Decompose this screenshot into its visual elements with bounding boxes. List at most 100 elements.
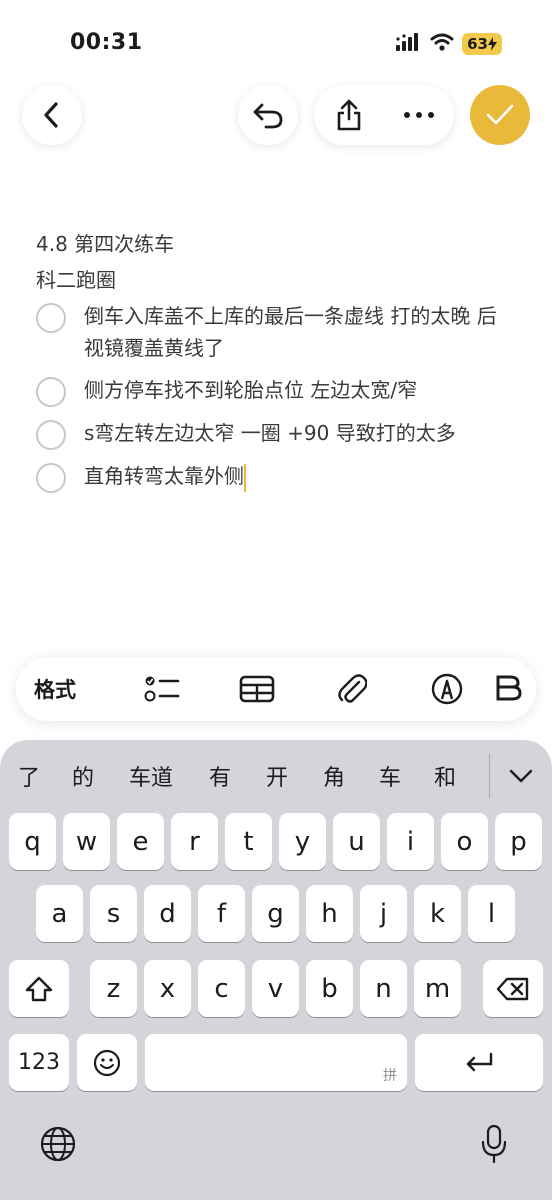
key-k[interactable]: k <box>414 885 461 942</box>
attachment-icon <box>337 674 367 703</box>
key-w[interactable]: w <box>63 813 110 870</box>
markup-button[interactable] <box>399 673 494 705</box>
key-p[interactable]: p <box>495 813 542 870</box>
checklist-item: s弯左转左边太窄 一圈 +90 导致打的太多 <box>36 417 516 450</box>
key-x[interactable]: x <box>144 960 191 1017</box>
checkmark-icon <box>486 104 514 125</box>
done-button[interactable] <box>470 85 530 145</box>
candidate-word[interactable]: 有 <box>195 760 245 792</box>
key-n[interactable]: n <box>360 960 407 1017</box>
space-key[interactable]: 拼 <box>145 1034 407 1091</box>
expand-candidates-button[interactable] <box>505 760 537 792</box>
checklist-item-text[interactable]: s弯左转左边太窄 一圈 +90 导致打的太多 <box>84 417 514 449</box>
candidate-word[interactable]: 车 <box>365 760 415 792</box>
table-icon <box>239 675 274 703</box>
candidate-word[interactable]: 车道 <box>115 760 187 792</box>
checklist-item-text[interactable]: 倒车入库盖不上库的最后一条虚线 打的太晚 后视镜覆盖黄线了 <box>84 300 514 364</box>
checklist-item-text-active[interactable]: 直角转弯太靠外侧 <box>84 460 514 492</box>
dictation-button[interactable] <box>474 1122 514 1166</box>
chevron-left-icon <box>44 102 58 128</box>
status-time: 00:31 <box>70 30 143 55</box>
candidate-word[interactable]: 角 <box>309 760 359 792</box>
candidate-bar: 了 的 车道 有 开 角 车 和 <box>0 740 552 812</box>
key-g[interactable]: g <box>252 885 299 942</box>
candidate-word[interactable]: 了 <box>4 760 54 792</box>
emoji-icon <box>93 1049 121 1076</box>
format-button[interactable]: 格式 <box>34 674 114 704</box>
return-key[interactable] <box>415 1034 543 1091</box>
key-d[interactable]: d <box>144 885 191 942</box>
key-l[interactable]: l <box>468 885 515 942</box>
note-title-line[interactable]: 4.8 第四次练车 <box>36 226 516 262</box>
checkbox-circle[interactable] <box>36 463 66 493</box>
key-z[interactable]: z <box>90 960 137 1017</box>
key-u[interactable]: u <box>333 813 380 870</box>
candidate-word[interactable]: 的 <box>58 760 108 792</box>
key-o[interactable]: o <box>441 813 488 870</box>
share-icon <box>337 99 360 131</box>
key-j[interactable]: j <box>360 885 407 942</box>
key-a[interactable]: a <box>36 885 83 942</box>
globe-icon <box>40 1126 76 1162</box>
key-t[interactable]: t <box>225 813 272 870</box>
format-toolbar: 格式 <box>16 657 536 721</box>
wifi-icon <box>430 33 454 55</box>
microphone-icon <box>481 1124 507 1164</box>
table-button[interactable] <box>209 675 304 703</box>
status-icons: 63 <box>396 33 502 55</box>
checklist-button[interactable] <box>114 674 209 704</box>
back-button[interactable] <box>22 85 82 145</box>
delete-key[interactable] <box>483 960 543 1017</box>
candidate-separator <box>489 754 490 798</box>
charging-bolt-icon <box>488 37 497 51</box>
candidate-word[interactable]: 和 <box>420 760 470 792</box>
note-body[interactable]: 4.8 第四次练车 科二跑圈 倒车入库盖不上库的最后一条虚线 打的太晚 后视镜覆… <box>36 226 516 503</box>
more-format-button[interactable] <box>494 673 524 705</box>
checklist: 倒车入库盖不上库的最后一条虚线 打的太晚 后视镜覆盖黄线了 侧方停车找不到轮胎点… <box>36 300 516 493</box>
checkbox-circle[interactable] <box>36 420 66 450</box>
key-r[interactable]: r <box>171 813 218 870</box>
checkbox-circle[interactable] <box>36 377 66 407</box>
undo-icon <box>253 103 283 129</box>
shift-arrow-icon <box>25 976 53 1001</box>
attachment-button[interactable] <box>304 672 399 706</box>
checklist-item: 倒车入库盖不上库的最后一条虚线 打的太晚 后视镜覆盖黄线了 <box>36 300 516 364</box>
key-m[interactable]: m <box>414 960 461 1017</box>
markup-pen-icon <box>431 673 462 705</box>
more-button[interactable] <box>403 111 435 119</box>
key-c[interactable]: c <box>198 960 245 1017</box>
key-q[interactable]: q <box>9 813 56 870</box>
numbers-key[interactable]: 123 <box>9 1034 69 1091</box>
return-arrow-icon <box>466 1052 493 1071</box>
key-v[interactable]: v <box>252 960 299 1017</box>
key-h[interactable]: h <box>306 885 353 942</box>
ellipsis-icon <box>403 112 434 118</box>
status-bar: 00:31 63 <box>0 0 552 90</box>
space-key-hint: 拼 <box>383 1068 397 1084</box>
key-i[interactable]: i <box>387 813 434 870</box>
checklist-item: 直角转弯太靠外侧 <box>36 460 516 493</box>
shift-key[interactable] <box>9 960 69 1017</box>
checklist-icon <box>144 676 179 702</box>
share-button[interactable] <box>334 98 364 132</box>
battery-level: 63 <box>467 35 488 53</box>
checklist-item-text: 直角转弯太靠外侧 <box>84 464 244 488</box>
undo-button[interactable] <box>238 85 298 145</box>
key-y[interactable]: y <box>279 813 326 870</box>
key-s[interactable]: s <box>90 885 137 942</box>
emoji-key[interactable] <box>77 1034 137 1091</box>
cellular-signal-icon <box>396 33 422 55</box>
chevron-down-icon <box>509 769 533 783</box>
checklist-item-text[interactable]: 侧方停车找不到轮胎点位 左边太宽/窄 <box>84 374 514 406</box>
key-f[interactable]: f <box>198 885 245 942</box>
text-style-icon <box>496 675 522 701</box>
share-more-group <box>314 85 454 145</box>
candidate-word[interactable]: 开 <box>252 760 302 792</box>
globe-button[interactable] <box>38 1124 78 1164</box>
key-b[interactable]: b <box>306 960 353 1017</box>
checkbox-circle[interactable] <box>36 303 66 333</box>
keyboard: 了 的 车道 有 开 角 车 和 q w e r t y u i o p a s… <box>0 740 552 1200</box>
key-e[interactable]: e <box>117 813 164 870</box>
battery-indicator: 63 <box>462 33 502 55</box>
note-subtitle-line[interactable]: 科二跑圈 <box>36 262 516 298</box>
